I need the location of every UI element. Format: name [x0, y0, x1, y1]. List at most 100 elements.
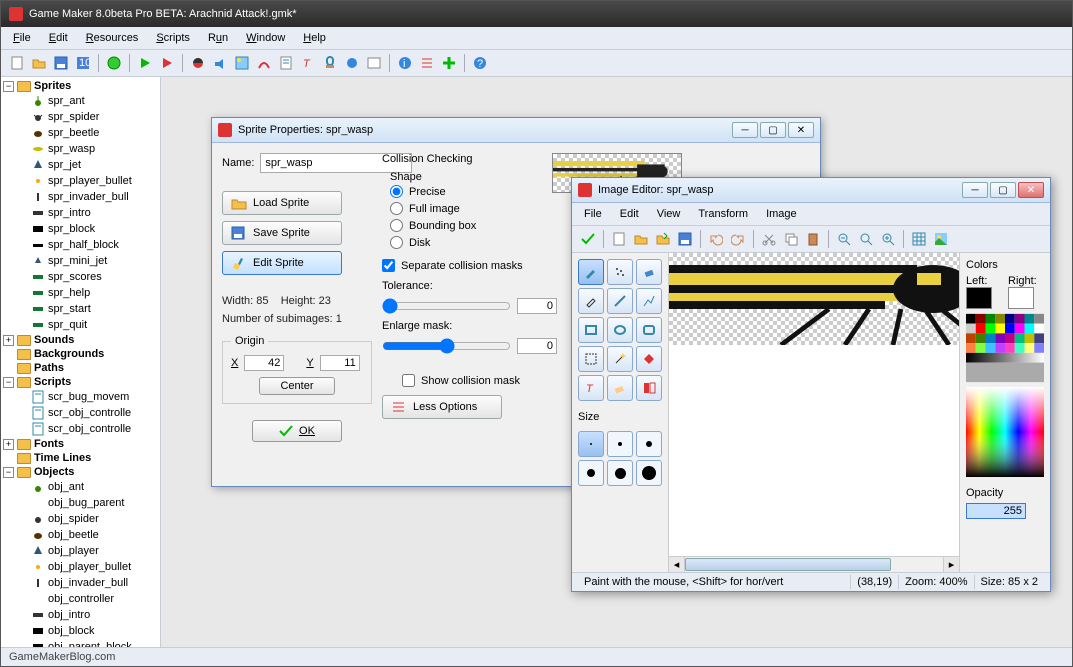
- sprite-dlg-titlebar[interactable]: Sprite Properties: spr_wasp ─ ▢ ✕: [212, 118, 820, 143]
- enlarge-slider[interactable]: [382, 338, 511, 354]
- tree-item-obj_beetle[interactable]: obj_beetle: [3, 527, 158, 543]
- tool-text[interactable]: T: [578, 375, 604, 401]
- shape-precise-radio[interactable]: [390, 185, 403, 198]
- ie-tb-copy[interactable]: [781, 229, 801, 249]
- menu-scripts[interactable]: Scripts: [148, 29, 198, 47]
- tree-item-spr_invader_bull[interactable]: spr_invader_bull: [3, 189, 158, 205]
- tool-flip[interactable]: [636, 375, 662, 401]
- tb-extension[interactable]: [439, 53, 459, 73]
- ie-tb-preview[interactable]: [931, 229, 951, 249]
- brush-size-4[interactable]: [578, 460, 604, 486]
- enlarge-input[interactable]: [517, 338, 557, 354]
- sprite-dlg-min[interactable]: ─: [732, 122, 758, 138]
- tb-new[interactable]: [7, 53, 27, 73]
- tree-item-spr_ant[interactable]: spr_ant: [3, 93, 158, 109]
- tree-item-obj_parent_block[interactable]: obj_parent_block: [3, 639, 158, 647]
- ie-tb-grid[interactable]: [909, 229, 929, 249]
- tool-fill[interactable]: [636, 346, 662, 372]
- ie-tb-zoomout[interactable]: [834, 229, 854, 249]
- load-sprite-button[interactable]: Load Sprite: [222, 191, 342, 215]
- tree-item-spr_start[interactable]: spr_start: [3, 301, 158, 317]
- ie-tb-redo[interactable]: [728, 229, 748, 249]
- tree-item-spr_spider[interactable]: spr_spider: [3, 109, 158, 125]
- tool-select[interactable]: [578, 346, 604, 372]
- tree-fonts[interactable]: +Fonts: [3, 437, 158, 451]
- ie-tb-undo[interactable]: [706, 229, 726, 249]
- ie-tb-paste[interactable]: [803, 229, 823, 249]
- ie-tb-zoom[interactable]: [856, 229, 876, 249]
- save-sprite-button[interactable]: Save Sprite: [222, 221, 342, 245]
- tb-save[interactable]: [51, 53, 71, 73]
- less-options-button[interactable]: Less Options: [382, 395, 502, 419]
- menu-window[interactable]: Window: [238, 29, 293, 47]
- tool-pencil[interactable]: [578, 259, 604, 285]
- shape-disk-radio[interactable]: [390, 236, 403, 249]
- tree-item-obj_player[interactable]: obj_player: [3, 543, 158, 559]
- ie-tb-save[interactable]: [675, 229, 695, 249]
- tree-item-spr_wasp[interactable]: spr_wasp: [3, 141, 158, 157]
- tree-item-spr_half_block[interactable]: spr_half_block: [3, 237, 158, 253]
- origin-y-input[interactable]: [320, 355, 360, 371]
- tree-scripts[interactable]: −Scripts: [3, 375, 158, 389]
- tree-item-spr_player_bullet[interactable]: spr_player_bullet: [3, 173, 158, 189]
- right-color-swatch[interactable]: [1008, 287, 1034, 309]
- tb-background[interactable]: [232, 53, 252, 73]
- palette[interactable]: [966, 313, 1044, 383]
- opacity-input[interactable]: [966, 503, 1026, 519]
- tree-item-obj_intro[interactable]: obj_intro: [3, 607, 158, 623]
- tool-replace-color[interactable]: [607, 375, 633, 401]
- tree-item-spr_intro[interactable]: spr_intro: [3, 205, 158, 221]
- image-editor-dialog[interactable]: Image Editor: spr_wasp ─ ▢ ✕ File Edit V…: [571, 177, 1051, 592]
- menu-help[interactable]: Help: [295, 29, 334, 47]
- ie-close[interactable]: ✕: [1018, 182, 1044, 198]
- tool-airbrush[interactable]: [607, 259, 633, 285]
- brush-size-2[interactable]: [607, 431, 633, 457]
- tool-picker[interactable]: [578, 288, 604, 314]
- ie-min[interactable]: ─: [962, 182, 988, 198]
- tree-item-obj_block[interactable]: obj_block: [3, 623, 158, 639]
- tree-item-spr_block[interactable]: spr_block: [3, 221, 158, 237]
- ie-menu-edit[interactable]: Edit: [612, 205, 647, 223]
- edit-sprite-button[interactable]: Edit Sprite: [222, 251, 342, 275]
- tool-wand[interactable]: [607, 346, 633, 372]
- tree-backgrounds[interactable]: Backgrounds: [3, 347, 158, 361]
- tool-polyline[interactable]: [636, 288, 662, 314]
- tree-item-obj_controller[interactable]: obj_controller: [3, 591, 158, 607]
- tree-item-obj_player_bullet[interactable]: obj_player_bullet: [3, 559, 158, 575]
- tree-sprites[interactable]: −Sprites: [3, 79, 158, 93]
- ie-tb-new[interactable]: [609, 229, 629, 249]
- tool-eraser[interactable]: [636, 259, 662, 285]
- tb-path[interactable]: [254, 53, 274, 73]
- tool-roundrect[interactable]: [636, 317, 662, 343]
- show-mask-check[interactable]: [402, 374, 415, 387]
- ok-button[interactable]: OK: [252, 420, 342, 442]
- brush-size-1[interactable]: [578, 431, 604, 457]
- sprite-dlg-max[interactable]: ▢: [760, 122, 786, 138]
- tb-info[interactable]: i: [395, 53, 415, 73]
- brush-size-3[interactable]: [636, 431, 662, 457]
- tree-item-obj_bug_parent[interactable]: obj_bug_parent: [3, 495, 158, 511]
- shape-bbox-radio[interactable]: [390, 219, 403, 232]
- color-gradient[interactable]: [966, 387, 1044, 477]
- tb-save-binary[interactable]: 10: [73, 53, 93, 73]
- brush-size-6[interactable]: [636, 460, 662, 486]
- tree-item-obj_invader_bull[interactable]: obj_invader_bull: [3, 575, 158, 591]
- tree-item-spr_quit[interactable]: spr_quit: [3, 317, 158, 333]
- tree-paths[interactable]: Paths: [3, 361, 158, 375]
- left-color-swatch[interactable]: [966, 287, 992, 309]
- tolerance-slider[interactable]: [382, 298, 511, 314]
- tree-item-scr_obj_controlle[interactable]: scr_obj_controlle: [3, 421, 158, 437]
- tb-settings[interactable]: [417, 53, 437, 73]
- tree-item-obj_spider[interactable]: obj_spider: [3, 511, 158, 527]
- tb-object[interactable]: [342, 53, 362, 73]
- ie-tb-open[interactable]: [631, 229, 651, 249]
- menu-run[interactable]: Run: [200, 29, 236, 47]
- tb-run[interactable]: [135, 53, 155, 73]
- tb-sound[interactable]: [210, 53, 230, 73]
- tb-publish[interactable]: [104, 53, 124, 73]
- ie-titlebar[interactable]: Image Editor: spr_wasp ─ ▢ ✕: [572, 178, 1050, 203]
- tree-item-spr_help[interactable]: spr_help: [3, 285, 158, 301]
- tree-item-spr_jet[interactable]: spr_jet: [3, 157, 158, 173]
- ie-tb-ok[interactable]: [578, 229, 598, 249]
- resource-tree[interactable]: −Sprites spr_antspr_spiderspr_beetlespr_…: [1, 77, 161, 647]
